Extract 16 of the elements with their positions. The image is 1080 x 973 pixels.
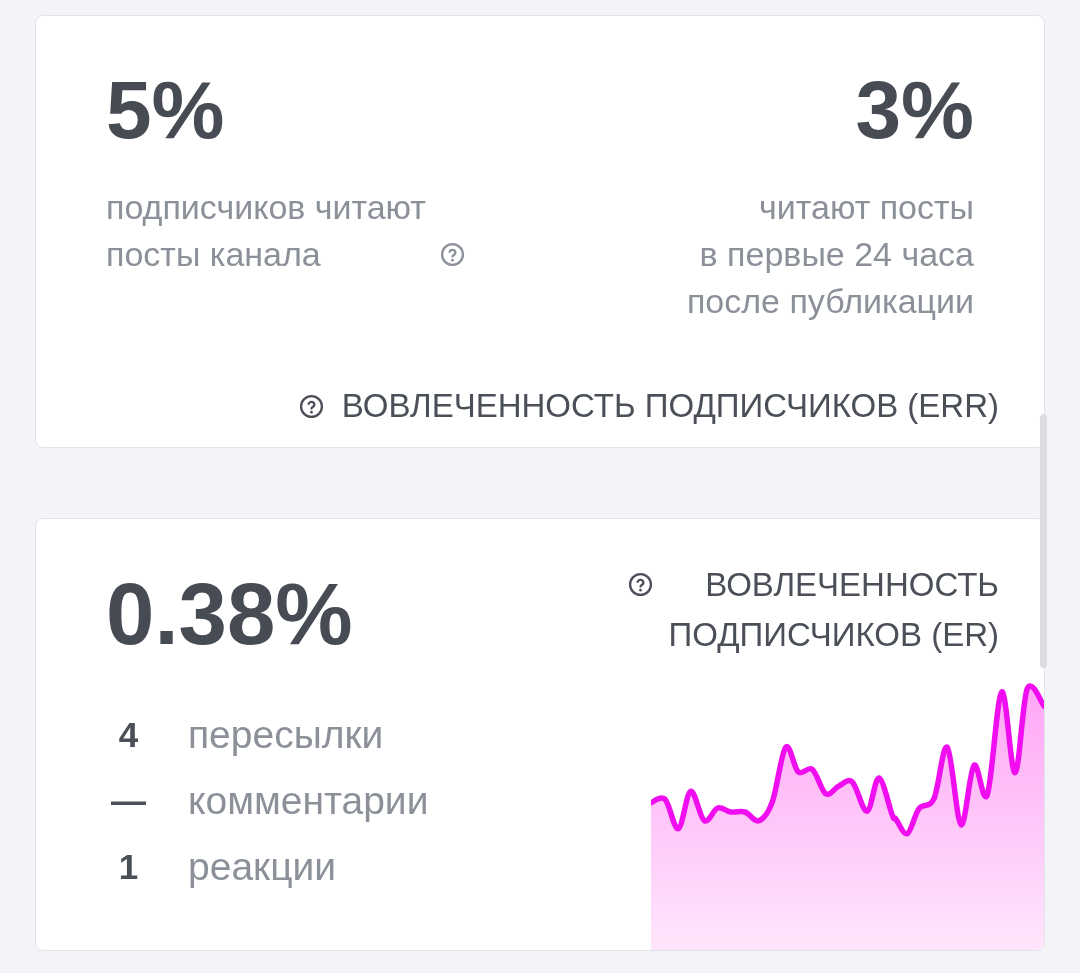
stat-value: 3% [855, 69, 974, 151]
stat-value: 5% [106, 69, 225, 151]
metric-label: пересылки [188, 713, 384, 757]
er-value: 0.38% [106, 570, 353, 657]
metric-title: ВОВЛЕЧЕННОСТЬ ПОДПИСЧИКОВ (ERR) [341, 387, 999, 425]
metric-count: 1 [118, 847, 139, 887]
metric-title: ВОВЛЕЧЕННОСТЬ ПОДПИСЧИКОВ (ER) [668, 565, 999, 655]
metric-label: комментарии [188, 779, 429, 823]
metric-count: 4 [118, 715, 139, 755]
stat-caption: подписчиков читают посты канала [106, 187, 426, 275]
stat-caption: читают посты в первые 24 часа после публикации [686, 187, 974, 322]
help-icon[interactable] [627, 572, 653, 597]
scrollbar-thumb[interactable] [1040, 414, 1047, 668]
metric-label: реакции [188, 845, 337, 889]
metric-count: — [111, 781, 146, 821]
help-icon[interactable] [298, 393, 324, 419]
